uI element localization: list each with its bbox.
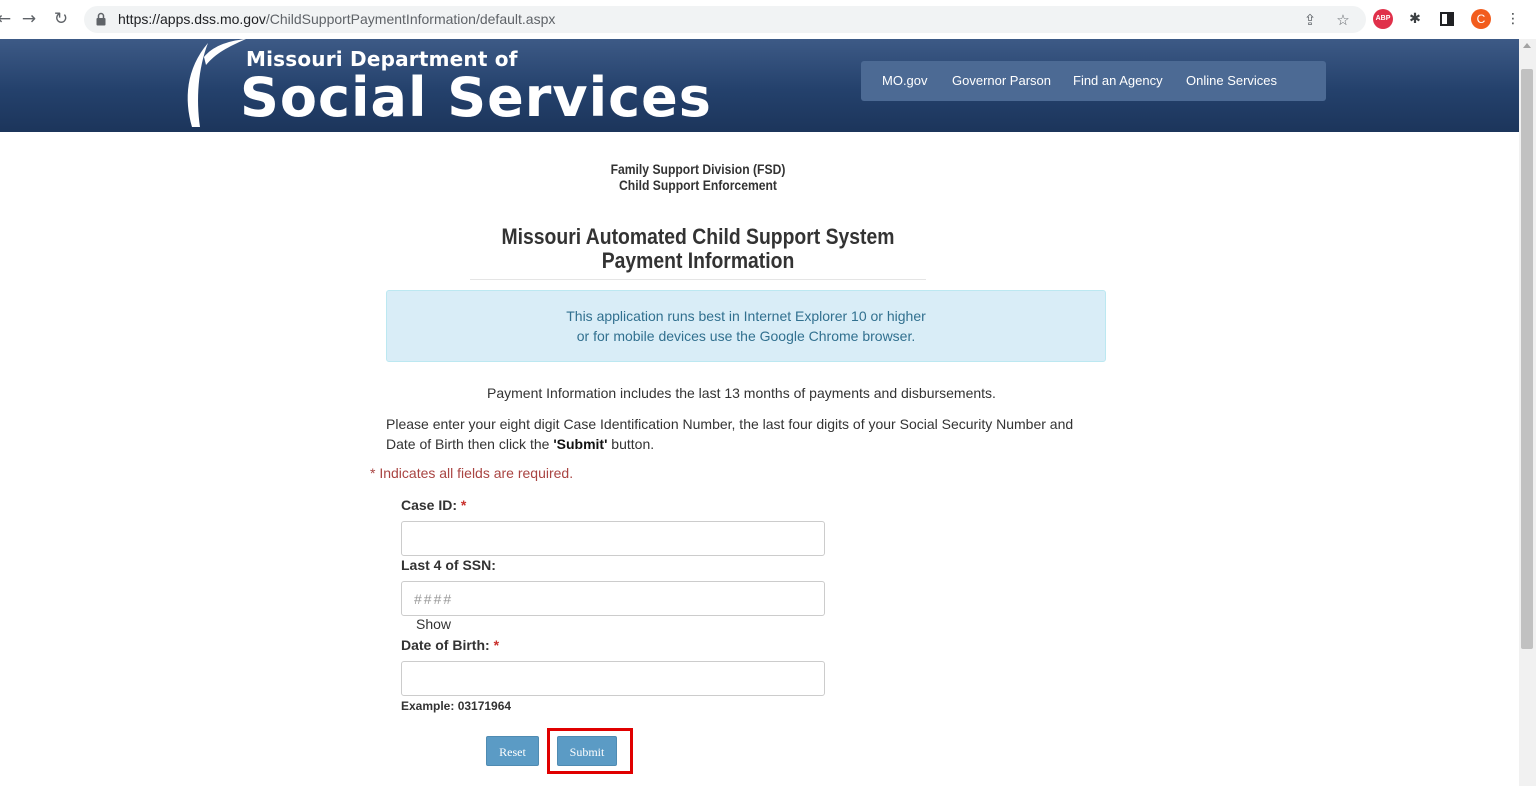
nav-mo-gov[interactable]: MO.gov [882, 61, 928, 101]
adblock-icon[interactable]: ABP [1373, 9, 1393, 29]
lock-icon [96, 12, 106, 26]
nav-governor-parson[interactable]: Governor Parson [952, 61, 1051, 101]
page-scrollbar[interactable] [1519, 39, 1536, 786]
required-asterisk: * [493, 637, 500, 653]
nav-online-services[interactable]: Online Services [1186, 61, 1277, 101]
submit-highlight-box [547, 728, 633, 774]
required-asterisk: * [460, 497, 467, 513]
ssn-label: Last 4 of SSN: [401, 557, 496, 573]
browser-info-alert: This application runs best in Internet E… [386, 290, 1106, 362]
title-divider [470, 279, 926, 280]
instructions-line1: Please enter your eight digit Case Ident… [386, 416, 1074, 432]
scroll-up-arrow-icon[interactable] [1523, 43, 1531, 48]
required-fields-note: * Indicates all fields are required. [370, 465, 574, 481]
side-panel-icon[interactable] [1437, 9, 1457, 29]
dob-input[interactable] [401, 661, 825, 696]
back-icon[interactable]: ← [0, 9, 14, 29]
division-line: Family Support Division (FSD) [610, 162, 786, 177]
menu-kebab-icon[interactable]: ⋮ [1503, 9, 1523, 29]
extensions-icon[interactable]: ✱ [1405, 9, 1425, 29]
page-title-line2: Payment Information [601, 248, 795, 273]
star-icon[interactable]: ☆ [1333, 10, 1353, 30]
case-id-label: Case ID: * [401, 497, 467, 513]
instructions-text: Please enter your eight digit Case Ident… [386, 414, 1106, 454]
dob-label: Date of Birth: * [401, 637, 500, 653]
case-id-input[interactable] [401, 521, 825, 556]
profile-avatar[interactable]: C [1471, 9, 1491, 29]
instructions-line2: Date of Birth then click the 'Submit' bu… [386, 436, 655, 452]
address-bar[interactable]: https://apps.dss.mo.gov/ChildSupportPaym… [84, 6, 1366, 33]
forward-icon[interactable]: → [19, 9, 39, 29]
payment-info-note: Payment Information includes the last 13… [487, 385, 996, 401]
alert-line2: or for mobile devices use the Google Chr… [576, 328, 916, 344]
logo-social-services-text: Social Services [240, 66, 712, 129]
dob-example-hint: Example: 03171964 [401, 699, 512, 713]
browser-toolbar: ← → ↻ https://apps.dss.mo.gov/ChildSuppo… [0, 0, 1536, 40]
site-header: Missouri Department of Social Services M… [0, 39, 1519, 132]
nav-find-an-agency[interactable]: Find an Agency [1073, 61, 1163, 101]
division-heading: Family Support Division (FSD) Child Supp… [520, 162, 876, 194]
top-navigation: MO.gov Governor Parson Find an Agency On… [861, 61, 1326, 101]
show-ssn-toggle[interactable]: Show [416, 616, 451, 632]
page-title-line1: Missouri Automated Child Support System [501, 224, 895, 249]
scroll-thumb[interactable] [1521, 69, 1533, 649]
reset-button[interactable]: Reset [486, 736, 539, 766]
share-icon[interactable]: ⇪ [1300, 10, 1320, 30]
page-title: Missouri Automated Child Support System … [497, 225, 898, 273]
ssn-input[interactable] [401, 581, 825, 616]
reload-icon[interactable]: ↻ [51, 9, 71, 29]
url-text: https://apps.dss.mo.gov/ChildSupportPaym… [118, 11, 556, 27]
alert-line1: This application runs best in Internet E… [566, 308, 926, 324]
division-subline: Child Support Enforcement [619, 178, 777, 193]
